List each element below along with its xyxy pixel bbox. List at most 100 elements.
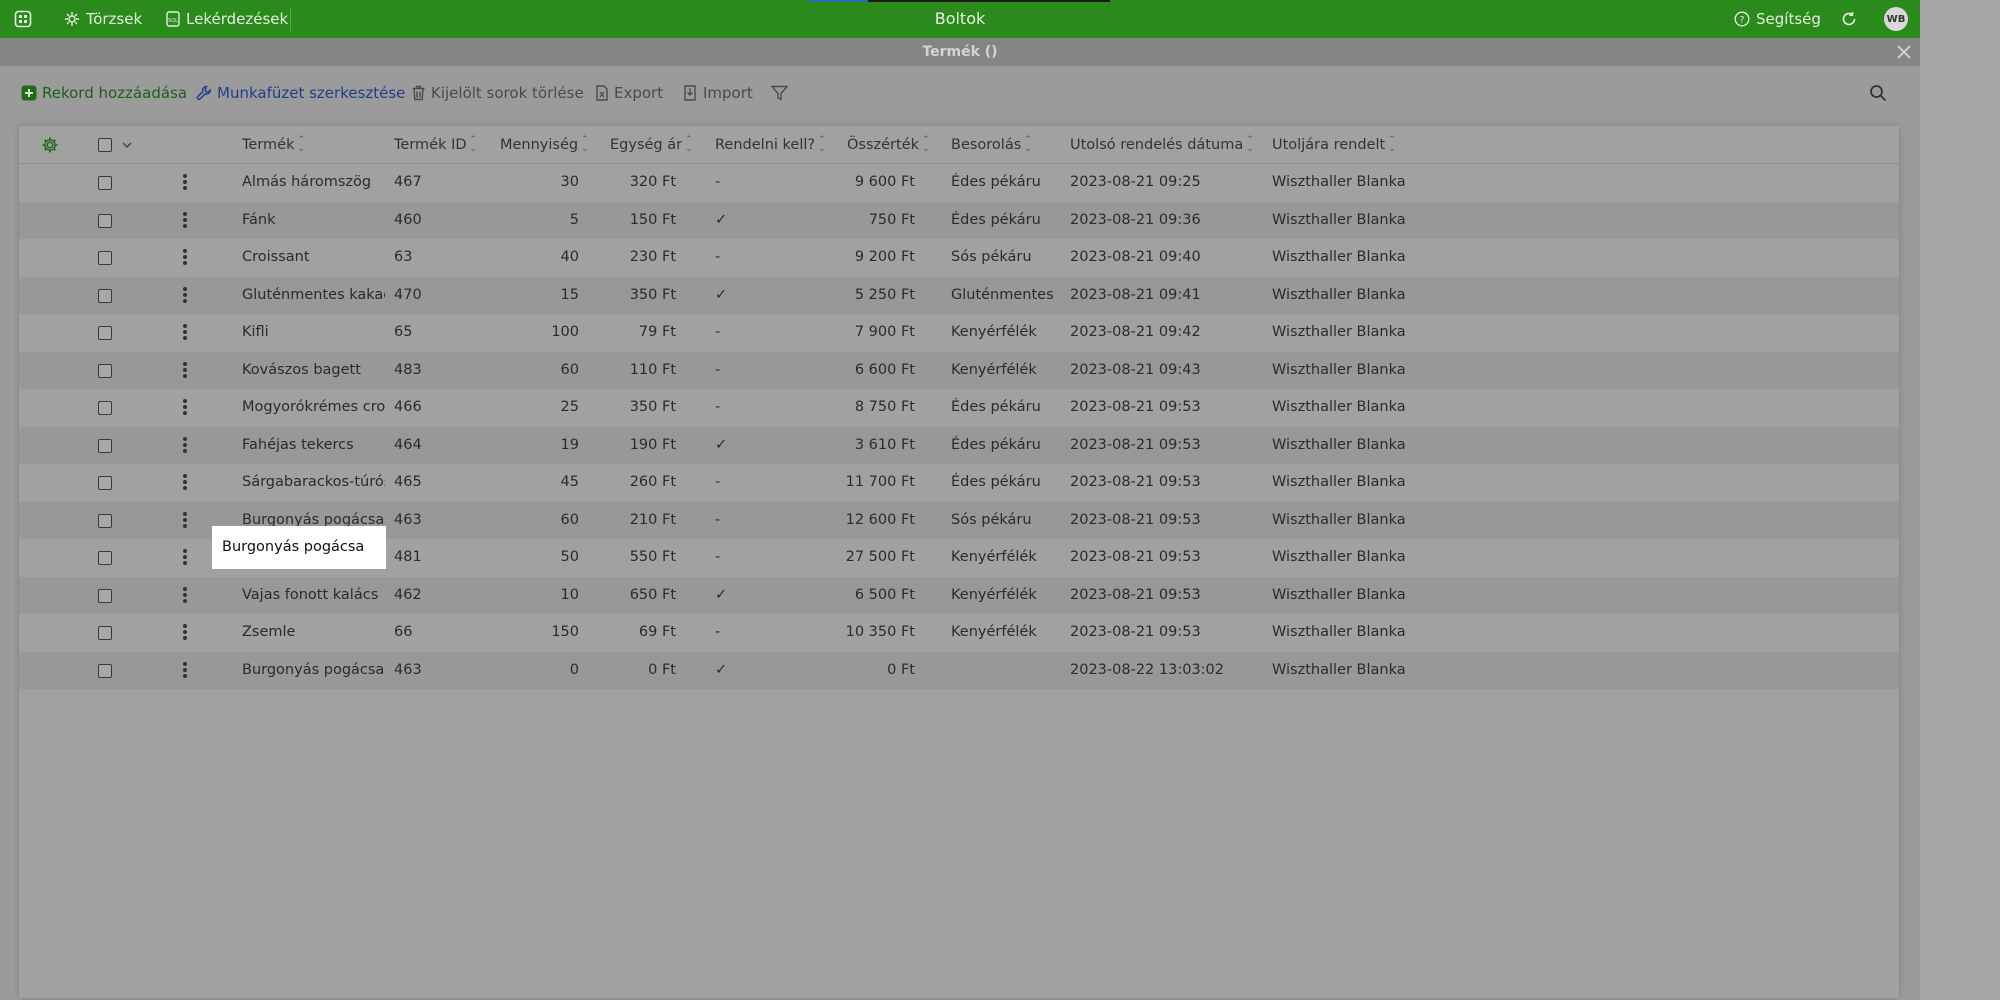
sort-icon[interactable]: ⌃ ⌄ bbox=[1388, 136, 1396, 154]
row-checkbox[interactable] bbox=[98, 288, 112, 303]
cell-osszertek[interactable]: 9 600 Ft bbox=[819, 164, 915, 202]
cell-rendelt[interactable]: Wiszthaller Blanka bbox=[1272, 539, 1432, 577]
cell-rendelt[interactable]: Wiszthaller Blanka bbox=[1272, 277, 1432, 315]
cell-rendelt[interactable]: Wiszthaller Blanka bbox=[1272, 239, 1432, 277]
sort-icon[interactable]: ⌃ ⌄ bbox=[581, 136, 589, 154]
cell-mennyiseg[interactable]: 40 bbox=[484, 239, 579, 277]
cell-egysegar[interactable]: 650 Ft bbox=[581, 577, 676, 615]
cell-rendelt[interactable]: Wiszthaller Blanka bbox=[1272, 614, 1432, 652]
table-row[interactable]: Almás háromszög 467 30 320 Ft -9 600 Ft Édes … bbox=[19, 164, 1899, 202]
column-header-egysegar[interactable]: Egység ár ⌃ ⌄ bbox=[610, 126, 693, 164]
chevron-down-icon[interactable] bbox=[121, 140, 133, 150]
cell-egysegar[interactable]: 350 Ft bbox=[581, 277, 676, 315]
sort-icon[interactable]: ⌃ ⌄ bbox=[1024, 136, 1032, 154]
cell-besorolas[interactable]: Kenyérfélék bbox=[951, 352, 1071, 390]
cell-termek[interactable]: Zsemle bbox=[242, 614, 385, 652]
cell-mennyiseg[interactable]: 15 bbox=[484, 277, 579, 315]
cell-id[interactable]: 464 bbox=[394, 427, 484, 465]
cell-mennyiseg[interactable]: 25 bbox=[484, 389, 579, 427]
table-row[interactable]: Zsemle 66 150 69 Ft -10 350 Ft Kenyérfélék 202… bbox=[19, 614, 1899, 652]
cell-besorolas[interactable]: Kenyérfélék bbox=[951, 577, 1071, 615]
more-vertical-icon[interactable] bbox=[182, 586, 188, 606]
menu-torzsek[interactable]: Törzsek bbox=[64, 0, 142, 38]
cell-osszertek[interactable]: 11 700 Ft bbox=[819, 464, 915, 502]
row-checkbox[interactable] bbox=[98, 476, 112, 490]
more-vertical-icon[interactable] bbox=[182, 473, 188, 493]
cell-rendelni[interactable]: - bbox=[715, 502, 795, 540]
cell-mennyiseg[interactable]: 60 bbox=[484, 502, 579, 540]
cell-id[interactable]: 483 bbox=[394, 352, 484, 390]
cell-rendelni[interactable]: - bbox=[715, 614, 795, 652]
sort-icon[interactable]: ⌃ ⌄ bbox=[922, 136, 930, 154]
more-vertical-icon[interactable] bbox=[182, 173, 188, 193]
table-row[interactable]: Kifli 65 100 79 Ft -7 900 Ft Kenyérfélék 2023-… bbox=[19, 314, 1899, 352]
cell-mennyiseg[interactable]: 60 bbox=[484, 352, 579, 390]
cell-rendelt[interactable]: Wiszthaller Blanka bbox=[1272, 164, 1432, 202]
cell-rendelni[interactable]: ✓ bbox=[715, 277, 795, 315]
cell-termek[interactable]: Mogyorókrémes croissant bbox=[242, 389, 385, 427]
cell-datum[interactable]: 2023-08-21 09:53 bbox=[1070, 577, 1240, 615]
cell-rendelt[interactable]: Wiszthaller Blanka bbox=[1272, 314, 1432, 352]
cell-egysegar[interactable]: 190 Ft bbox=[581, 427, 676, 465]
cell-egysegar[interactable]: 260 Ft bbox=[581, 464, 676, 502]
table-row[interactable]: Croissant 63 40 230 Ft -9 200 Ft Sós pékáru 20… bbox=[19, 239, 1899, 277]
cell-termek[interactable]: Kifli bbox=[242, 314, 385, 352]
export-button[interactable]: Export bbox=[595, 80, 663, 106]
cell-besorolas[interactable]: Édes pékáru bbox=[951, 389, 1071, 427]
cell-egysegar[interactable]: 210 Ft bbox=[581, 502, 676, 540]
sort-icon[interactable]: ⌃ ⌄ bbox=[685, 136, 693, 154]
cell-rendelni[interactable]: - bbox=[715, 464, 795, 502]
refresh-button[interactable] bbox=[1840, 0, 1858, 38]
cell-egysegar[interactable]: 550 Ft bbox=[581, 539, 676, 577]
cell-rendelt[interactable]: Wiszthaller Blanka bbox=[1272, 502, 1432, 540]
sort-icon[interactable]: ⌃ ⌄ bbox=[818, 136, 826, 154]
row-checkbox[interactable] bbox=[98, 663, 112, 678]
cell-besorolas[interactable]: Édes pékáru bbox=[951, 464, 1071, 502]
cell-mennyiseg[interactable]: 45 bbox=[484, 464, 579, 502]
cell-rendelt[interactable]: Wiszthaller Blanka bbox=[1272, 389, 1432, 427]
table-row[interactable]: Gluténmentes kakaós 470 15 350 Ft ✓ 5 250 Ft G… bbox=[19, 276, 1899, 315]
more-vertical-icon[interactable] bbox=[182, 661, 188, 681]
cell-osszertek[interactable]: 8 750 Ft bbox=[819, 389, 915, 427]
cell-termek[interactable]: Burgonyás pogácsa bbox=[242, 652, 385, 690]
column-header-termek[interactable]: Termék ⌃ ⌄ bbox=[242, 126, 305, 164]
cell-osszertek[interactable]: 5 250 Ft bbox=[819, 277, 915, 315]
more-vertical-icon[interactable] bbox=[182, 361, 188, 381]
cell-rendelni[interactable]: ✓ bbox=[715, 577, 795, 615]
cell-rendelni[interactable]: - bbox=[715, 389, 795, 427]
cell-osszertek[interactable]: 12 600 Ft bbox=[819, 502, 915, 540]
cell-mennyiseg[interactable]: 150 bbox=[484, 614, 579, 652]
cell-mennyiseg[interactable]: 100 bbox=[484, 314, 579, 352]
cell-besorolas[interactable]: Édes pékáru bbox=[951, 164, 1071, 202]
cell-datum[interactable]: 2023-08-21 09:40 bbox=[1070, 239, 1240, 277]
sort-icon[interactable]: ⌃ ⌄ bbox=[470, 136, 478, 154]
table-row[interactable]: Fahéjas tekercs 464 19 190 Ft ✓ 3 610 Ft Édes … bbox=[19, 426, 1899, 465]
cell-osszertek[interactable]: 750 Ft bbox=[819, 202, 915, 240]
column-header-datum[interactable]: Utolsó rendelés dátuma ⌃ ⌄ bbox=[1070, 126, 1254, 164]
column-header-id[interactable]: Termék ID ⌃ ⌄ bbox=[394, 126, 477, 164]
cell-id[interactable]: 66 bbox=[394, 614, 484, 652]
cell-egysegar[interactable]: 320 Ft bbox=[581, 164, 676, 202]
more-vertical-icon[interactable] bbox=[182, 248, 188, 268]
cell-termek[interactable]: Fánk bbox=[242, 202, 385, 240]
more-vertical-icon[interactable] bbox=[182, 323, 188, 343]
cell-rendelni[interactable]: - bbox=[715, 539, 795, 577]
row-checkbox[interactable] bbox=[98, 588, 112, 603]
select-all-checkbox[interactable] bbox=[98, 138, 112, 152]
sort-icon[interactable]: ⌃ ⌄ bbox=[1246, 136, 1254, 154]
cell-osszertek[interactable]: 27 500 Ft bbox=[819, 539, 915, 577]
cell-id[interactable]: 463 bbox=[394, 502, 484, 540]
editing-cell[interactable]: Burgonyás pogácsa bbox=[212, 526, 386, 569]
cell-osszertek[interactable]: 9 200 Ft bbox=[819, 239, 915, 277]
add-record-button[interactable]: Rekord hozzáadása bbox=[21, 80, 187, 106]
cell-rendelni[interactable]: - bbox=[715, 164, 795, 202]
cell-rendelni[interactable]: ✓ bbox=[715, 652, 795, 690]
cell-rendelt[interactable]: Wiszthaller Blanka bbox=[1272, 352, 1432, 390]
table-row[interactable]: Mogyorókrémes croissant46625350 Ft -8 750… bbox=[19, 389, 1899, 427]
cell-mennyiseg[interactable]: 19 bbox=[484, 427, 579, 465]
cell-id[interactable]: 460 bbox=[394, 202, 484, 240]
row-checkbox[interactable] bbox=[98, 363, 112, 378]
cell-rendelni[interactable]: - bbox=[715, 352, 795, 390]
table-row[interactable]: Fánk 460 5 150 Ft ✓ 750 Ft Édes pékáru 2023-08-… bbox=[19, 201, 1899, 240]
table-row[interactable]: Kovászos bagett 483 60 110 Ft -6 600 Ft Kenyé… bbox=[19, 351, 1899, 390]
